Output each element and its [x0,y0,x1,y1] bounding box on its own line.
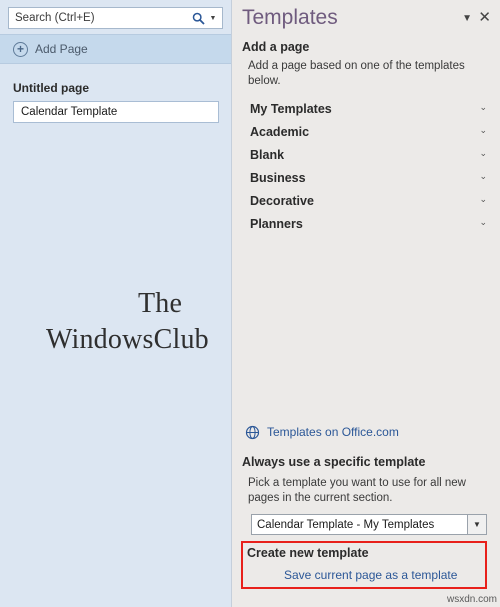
category-label: Business [250,170,306,185]
chevron-down-icon[interactable]: ⌄ [479,126,487,135]
category-label: Academic [250,124,310,139]
templates-pane: Templates ▼ ✕ Add a page Add a page base… [232,0,500,607]
always-use-heading: Always use a specific template [242,455,426,469]
template-select-value: Calendar Template - My Templates [257,518,435,531]
category-my-templates[interactable]: My Templates ⌄ [232,97,500,120]
templates-on-office-link[interactable]: Templates on Office.com [244,424,399,440]
plus-circle-icon: + [13,41,28,57]
chevron-down-icon[interactable]: ⌄ [479,149,487,158]
watermark-line-2: WindowsClub [46,324,209,355]
onenote-window: Search (Ctrl+E) ▼ + Add Page Untitled pa… [0,0,500,607]
save-current-page-as-template-link[interactable]: Save current page as a template [284,568,457,582]
search-icon[interactable] [189,8,207,28]
chevron-down-icon[interactable]: ▼ [462,14,472,24]
category-blank[interactable]: Blank ⌄ [232,143,500,166]
page-section-title: Untitled page [13,81,90,95]
list-item[interactable]: Calendar Template [13,101,219,123]
search-box[interactable]: Search (Ctrl+E) ▼ [8,7,223,29]
chevron-down-icon[interactable]: ⌄ [479,103,487,112]
search-input[interactable]: Search (Ctrl+E) [9,8,189,28]
add-a-page-heading: Add a page [242,40,310,54]
category-label: My Templates [250,101,332,116]
search-row: Search (Ctrl+E) ▼ [0,0,231,34]
page-item-label: Calendar Template [21,106,118,118]
templates-header: Templates ▼ ✕ [232,0,500,40]
category-academic[interactable]: Academic ⌄ [232,120,500,143]
category-label: Planners [250,216,303,231]
caret-down-icon[interactable]: ▼ [467,515,486,534]
office-link-label: Templates on Office.com [267,425,399,439]
category-planners[interactable]: Planners ⌄ [232,212,500,235]
close-icon[interactable]: ✕ [478,10,491,25]
template-category-list: My Templates ⌄ Academic ⌄ Blank ⌄ Busine… [232,97,500,235]
category-label: Decorative [250,193,314,208]
site-watermark: wsxdn.com [446,594,497,605]
search-dropdown-icon[interactable]: ▼ [207,8,222,28]
globe-icon [244,424,260,440]
chevron-down-icon[interactable]: ⌄ [479,195,487,204]
template-select[interactable]: Calendar Template - My Templates ▼ [251,514,487,535]
category-business[interactable]: Business ⌄ [232,166,500,189]
chevron-down-icon[interactable]: ⌄ [479,218,487,227]
add-page-button[interactable]: + Add Page [0,34,231,64]
page-list-pane: Search (Ctrl+E) ▼ + Add Page Untitled pa… [0,0,331,607]
page-title: Templates [242,6,338,29]
create-new-template-highlight: Create new template Save current page as… [241,541,487,589]
category-decorative[interactable]: Decorative ⌄ [232,189,500,212]
always-use-description: Pick a template you want to use for all … [248,477,466,504]
watermark-line-1: The [138,288,183,319]
chevron-down-icon[interactable]: ⌄ [479,172,487,181]
category-label: Blank [250,147,285,162]
add-a-page-description: Add a page based on one of the templates… [248,60,465,87]
create-new-template-heading: Create new template [247,546,369,560]
add-page-label: Add Page [35,42,88,56]
